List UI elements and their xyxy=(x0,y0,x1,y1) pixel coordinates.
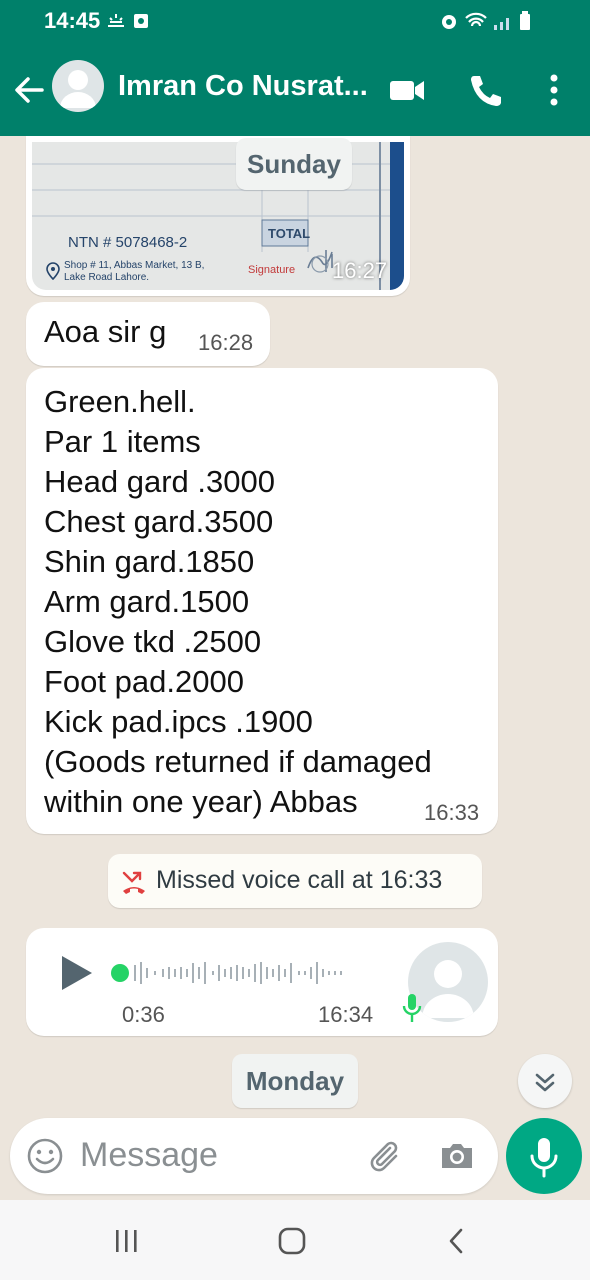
default-avatar-icon xyxy=(60,70,96,108)
attach-icon[interactable] xyxy=(366,1136,406,1176)
recents-icon[interactable] xyxy=(112,1226,142,1256)
contact-avatar[interactable] xyxy=(52,60,104,112)
location-pin-icon xyxy=(46,262,60,280)
weather-icon xyxy=(108,14,148,28)
android-nav-bar xyxy=(0,1200,590,1280)
price-line: Chest gard.3500 xyxy=(44,504,274,539)
message-composer[interactable]: Message xyxy=(10,1118,498,1194)
missed-call-label: Missed voice call at 16:33 xyxy=(156,866,443,894)
message-time: 16:33 xyxy=(424,800,480,825)
price-line: Foot pad.2000 xyxy=(44,664,244,699)
waveform[interactable] xyxy=(110,958,380,988)
notification-icons xyxy=(106,10,156,37)
signal-icon xyxy=(494,18,509,30)
image-message[interactable]: TOTAL NTN # 5078468-2 Shop # 11, Abbas M… xyxy=(26,136,410,296)
contact-name[interactable]: Imran Co Nusrat... xyxy=(118,70,368,103)
receipt-signature-label: Signature xyxy=(248,264,296,276)
message-bubble-greeting[interactable]: Aoa sir g 16:28 xyxy=(26,302,270,366)
wifi-icon xyxy=(465,12,487,27)
back-nav-icon[interactable] xyxy=(442,1226,472,1256)
chat-area[interactable]: TOTAL NTN # 5078468-2 Shop # 11, Abbas M… xyxy=(0,136,590,1200)
price-line: Green.hell. xyxy=(44,384,196,419)
price-line: Shin gard.1850 xyxy=(44,544,255,579)
voice-note-bubble[interactable]: 0:36 16:34 xyxy=(26,928,498,1036)
image-message-time: 16:27 xyxy=(332,258,388,283)
double-chevron-down-icon xyxy=(535,1073,555,1092)
date-chip-monday: Monday xyxy=(232,1054,358,1108)
receipt-total-label: TOTAL xyxy=(268,226,311,241)
price-line: Kick pad.ipcs .1900 xyxy=(44,704,313,739)
emoji-icon[interactable] xyxy=(26,1137,64,1175)
missed-call-notice[interactable]: Missed voice call at 16:33 xyxy=(108,854,482,908)
missed-call-icon xyxy=(122,871,145,894)
date-chip-sunday: Sunday xyxy=(236,138,352,190)
receipt-ntn: NTN # 5078468-2 xyxy=(68,234,188,251)
mic-icon xyxy=(530,1138,558,1178)
message-bubble-price-list[interactable]: Green.hell. Par 1 items Head gard .3000 … xyxy=(26,368,498,834)
price-line: Arm gard.1500 xyxy=(44,584,250,619)
play-icon[interactable] xyxy=(60,954,94,992)
voice-record-button[interactable] xyxy=(506,1118,582,1194)
price-line: Head gard .3000 xyxy=(44,464,275,499)
message-time: 16:28 xyxy=(198,330,254,355)
voice-call-icon[interactable] xyxy=(466,70,506,110)
price-line: Glove tkd .2500 xyxy=(44,624,262,659)
voice-duration: 0:36 xyxy=(122,1002,165,1027)
chat-header: Imran Co Nusrat... xyxy=(0,44,590,136)
receipt-address-1: Shop # 11, Abbas Market, 13 B, xyxy=(64,260,205,271)
alarm-icon xyxy=(442,15,456,29)
status-bar: 14:45 xyxy=(0,0,590,44)
home-icon[interactable] xyxy=(276,1225,308,1257)
battery-icon xyxy=(520,11,530,30)
message-input[interactable]: Message xyxy=(80,1136,218,1175)
price-line: (Goods returned if damaged xyxy=(44,744,432,779)
message-text: Aoa sir g xyxy=(44,314,167,349)
price-line: within one year) Abbas xyxy=(44,784,358,819)
system-icons xyxy=(440,10,550,37)
back-arrow-icon[interactable] xyxy=(10,70,50,110)
price-list-lines: Green.hell. Par 1 items Head gard .3000 … xyxy=(44,382,432,822)
status-time: 14:45 xyxy=(44,8,101,33)
more-options-icon[interactable] xyxy=(534,70,574,110)
scroll-to-bottom-button[interactable] xyxy=(518,1054,572,1108)
receipt-address-2: Lake Road Lahore. xyxy=(64,272,150,283)
video-call-icon[interactable] xyxy=(388,70,428,110)
camera-icon[interactable] xyxy=(438,1137,476,1175)
price-line: Par 1 items xyxy=(44,424,201,459)
voice-time: 16:34 xyxy=(318,1002,374,1027)
voice-mic-icon xyxy=(402,994,422,1022)
